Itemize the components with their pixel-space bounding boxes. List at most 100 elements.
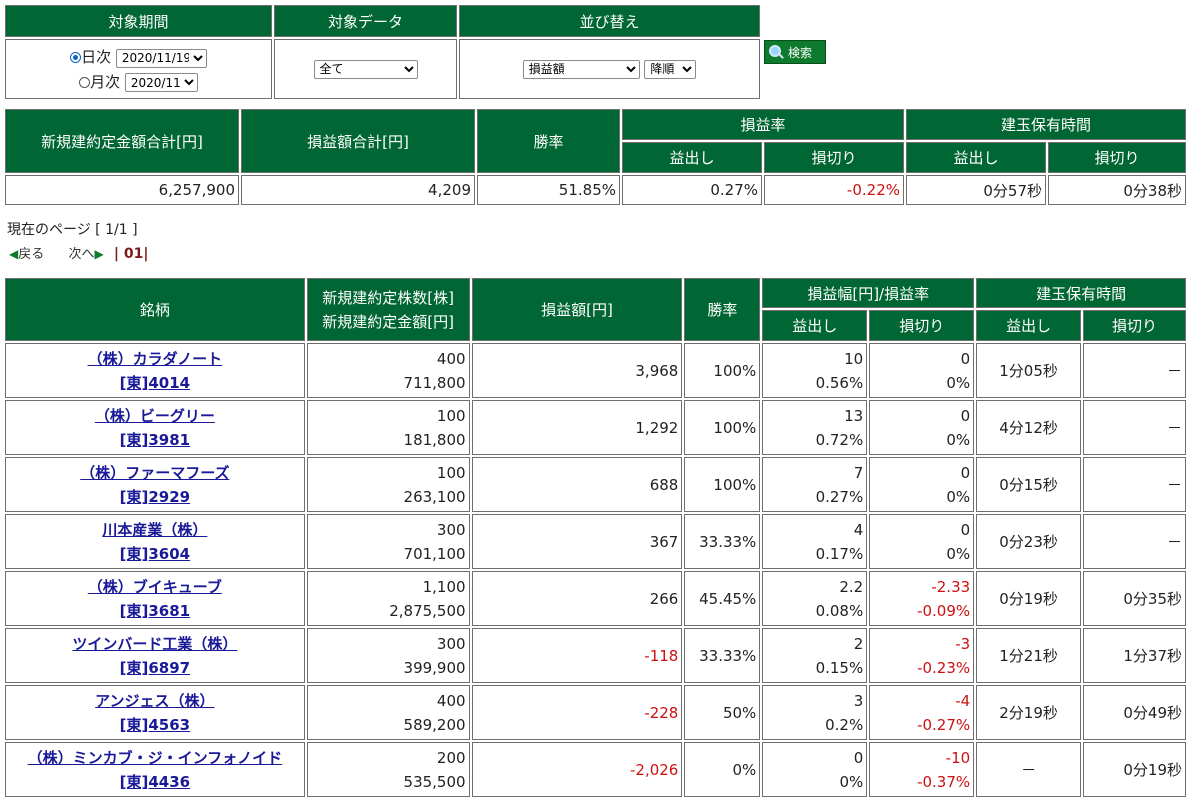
table-row: ツインバード工業（株） [東]6897 300 399,900 -118 33.33% 2 0… [5, 628, 1186, 683]
page-01-link[interactable]: | 01| [114, 246, 149, 262]
stock-name-link[interactable]: 川本産業（株） [102, 521, 207, 539]
profit-rate-value: 0.27% [815, 487, 864, 506]
shares-amount-cell: 300 399,900 [306, 628, 470, 683]
profit-range-value: 0 [853, 748, 864, 767]
profit-rate-value: 0.2% [825, 715, 864, 734]
loss-range-cell: -3 -0.23% [869, 628, 975, 683]
loss-range-value: -10 [945, 748, 971, 767]
shares-value: 100 [436, 463, 466, 482]
prev-link[interactable]: ◀戻る [9, 247, 44, 262]
pl-value: 266 [471, 571, 683, 626]
stock-code-link[interactable]: [東]3981 [120, 431, 190, 449]
profit-range-cell: 2.2 0.08% [762, 571, 868, 626]
amount-value: 181,800 [403, 430, 466, 449]
stock-name-link[interactable]: ツインバード工業（株） [72, 635, 237, 653]
loss-rate-value: -0.23% [917, 658, 971, 677]
profit-time-value: 0分23秒 [976, 514, 1082, 569]
profit-range-cell: 4 0.17% [762, 514, 868, 569]
loss-rate-value: 0% [946, 373, 971, 392]
daily-date-select[interactable]: 2020/11/19 [115, 48, 207, 68]
stock-code-link[interactable]: [東]4436 [120, 773, 190, 791]
search-label: 検索 [788, 45, 813, 60]
range-loss-header: 損切り [869, 310, 975, 341]
stock-name-link[interactable]: アンジェス（株） [95, 692, 214, 710]
sort-field-select[interactable]: 損益額 [522, 59, 640, 79]
pl-total-header: 損益額合計[円] [241, 109, 475, 173]
loss-rate-value: -0.22% [764, 175, 904, 205]
profit-time-value: 1分21秒 [976, 628, 1082, 683]
current-page-label: 現在のページ [ 1/1 ] [7, 222, 138, 238]
stock-name-link[interactable]: （株）ミンカブ・ジ・インフォノイド [28, 749, 283, 767]
stock-name-link[interactable]: （株）ブイキューブ [88, 578, 222, 596]
monthly-radio[interactable] [79, 76, 91, 88]
stock-cell: 川本産業（株） [東]3604 [5, 514, 305, 569]
profit-rate-value: 0.27% [622, 175, 762, 205]
profit-range-value: 7 [853, 463, 864, 482]
loss-range-cell: 0 0% [869, 343, 975, 398]
search-button[interactable]: 検索 [764, 40, 826, 64]
profit-rate-value: 0.72% [815, 430, 864, 449]
table-row: （株）ビーグリー [東]3981 100 181,800 1,292 100% 13 0.72… [5, 400, 1186, 455]
stock-code-link[interactable]: [東]3604 [120, 545, 190, 563]
loss-time-value: 0分49秒 [1083, 685, 1186, 740]
triangle-left-icon: ◀ [9, 247, 19, 261]
table-row: （株）ミンカブ・ジ・インフォノイド [東]4436 200 535,500 -2,026… [5, 742, 1186, 797]
loss-rate-value: 0% [946, 544, 971, 563]
table-row: アンジェス（株） [東]4563 400 589,200 -228 50% 3 0.2% -4-… [5, 685, 1186, 740]
stock-code-link[interactable]: [東]2929 [120, 488, 190, 506]
sort-order-select[interactable]: 降順 [644, 59, 697, 79]
detail-hold-header: 建玉保有時間 [976, 278, 1186, 308]
monthly-option[interactable]: 月次 2020/11 [6, 71, 271, 92]
shares-amount-cell: 200 535,500 [306, 742, 470, 797]
data-select[interactable]: 全て [313, 59, 418, 79]
monthly-date-select[interactable]: 2020/11 [124, 73, 198, 92]
loss-time-value: 1分37秒 [1083, 628, 1186, 683]
shares-amount-cell: 1,100 2,875,500 [306, 571, 470, 626]
profit-range-cell: 7 0.27% [762, 457, 868, 512]
profit-range-value: 2.2 [839, 577, 864, 596]
profit-time-value: 0分19秒 [976, 571, 1082, 626]
profit-range-value: 4 [853, 520, 864, 539]
stock-cell: （株）ブイキューブ [東]3681 [5, 571, 305, 626]
shares-value: 1,100 [422, 577, 466, 596]
pl-rate-profit-header: 益出し [622, 142, 762, 173]
shares-value: 200 [436, 748, 466, 767]
period-cell: 日次 2020/11/19 月次 2020/11 [5, 39, 272, 99]
contract-total-value: 6,257,900 [5, 175, 239, 205]
profit-rate-value: 0% [839, 772, 864, 791]
loss-rate-value: 0% [946, 487, 971, 506]
profit-time-value: 4分12秒 [976, 400, 1082, 455]
shares-value: 300 [436, 634, 466, 653]
period-header: 対象期間 [5, 5, 272, 37]
amount-value: 2,875,500 [389, 601, 466, 620]
stock-code-link[interactable]: [東]4563 [120, 716, 190, 734]
profit-time-value: 1分05秒 [976, 343, 1082, 398]
loss-range-value: 0 [960, 349, 971, 368]
stock-code-link[interactable]: [東]3681 [120, 602, 190, 620]
loss-range-value: -4 [955, 691, 971, 710]
stock-name-link[interactable]: （株）ファーマフーズ [80, 464, 229, 482]
loss-time-value: 0分35秒 [1083, 571, 1186, 626]
pl-header: 損益額[円] [471, 278, 683, 341]
detail-hold-profit-header: 益出し [976, 310, 1082, 341]
pl-total-value: 4,209 [241, 175, 475, 205]
amount-value: 535,500 [403, 772, 466, 791]
pl-value: 1,292 [471, 400, 683, 455]
stock-name-link[interactable]: （株）カラダノート [88, 350, 223, 368]
loss-range-cell: -2.33 -0.09% [869, 571, 975, 626]
pl-value: 367 [471, 514, 683, 569]
detail-hold-loss-header: 損切り [1083, 310, 1186, 341]
stock-name-link[interactable]: （株）ビーグリー [95, 407, 215, 425]
daily-radio[interactable] [70, 52, 82, 63]
stock-code-link[interactable]: [東]6897 [120, 659, 190, 677]
detail-table: 銘柄 新規建約定株数[株] 新規建約定金額[円] 損益額[円] 勝率 損益幅[円]… [3, 276, 1188, 799]
daily-option[interactable]: 日次 2020/11/19 [6, 46, 271, 68]
win-rate-header: 勝率 [477, 109, 620, 173]
range-header: 損益幅[円]/損益率 [762, 278, 975, 308]
stock-code-link[interactable]: [東]4014 [120, 374, 190, 392]
shares-amount-cell: 100 263,100 [306, 457, 470, 512]
profit-range-cell: 13 0.72% [762, 400, 868, 455]
next-link[interactable]: 次へ▶ [69, 247, 104, 262]
amount-value: 701,100 [403, 544, 466, 563]
profit-range-value: 13 [844, 406, 864, 425]
